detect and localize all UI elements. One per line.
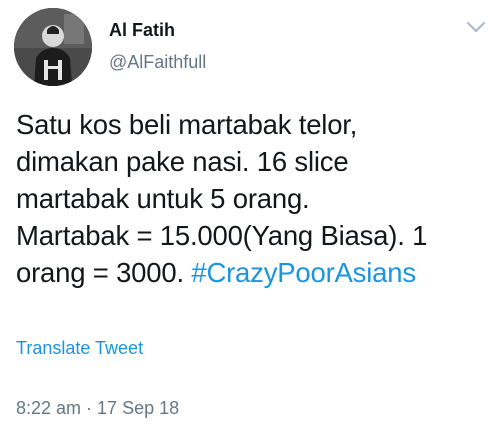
author-handle[interactable]: @AlFaithfull (109, 52, 206, 73)
author-name[interactable]: Al Fatih (109, 20, 175, 41)
tweet-text-line: Satu kos beli martabak telor, (16, 109, 358, 140)
hashtag-link[interactable]: #CrazyPoorAsians (191, 257, 416, 288)
tweet-text-segment: orang = 3000. (16, 257, 192, 288)
translate-tweet-link[interactable]: Translate Tweet (16, 338, 143, 359)
tweet-text: Satu kos beli martabak telor, dimakan pa… (16, 106, 496, 291)
tweet-text-line: martabak untuk 5 orang. (16, 183, 310, 214)
tweet-text-line: Martabak = 15.000(Yang Biasa). 1 (16, 220, 428, 251)
avatar-photo (14, 8, 92, 86)
tweet-text-line: dimakan pake nasi. 16 slice (16, 146, 349, 177)
tweet-card: Al Fatih @AlFaithfull Satu kos beli mart… (0, 0, 504, 446)
chevron-down-icon[interactable] (466, 20, 486, 34)
tweet-date: 17 Sep 18 (97, 398, 180, 418)
tweet-timestamp[interactable]: 8:22 am · 17 Sep 18 (16, 398, 179, 419)
tweet-time: 8:22 am (16, 398, 82, 418)
meta-separator: · (81, 398, 98, 418)
avatar[interactable] (14, 8, 92, 86)
tweet-text-line: orang = 3000. #CrazyPoorAsians (16, 254, 496, 291)
